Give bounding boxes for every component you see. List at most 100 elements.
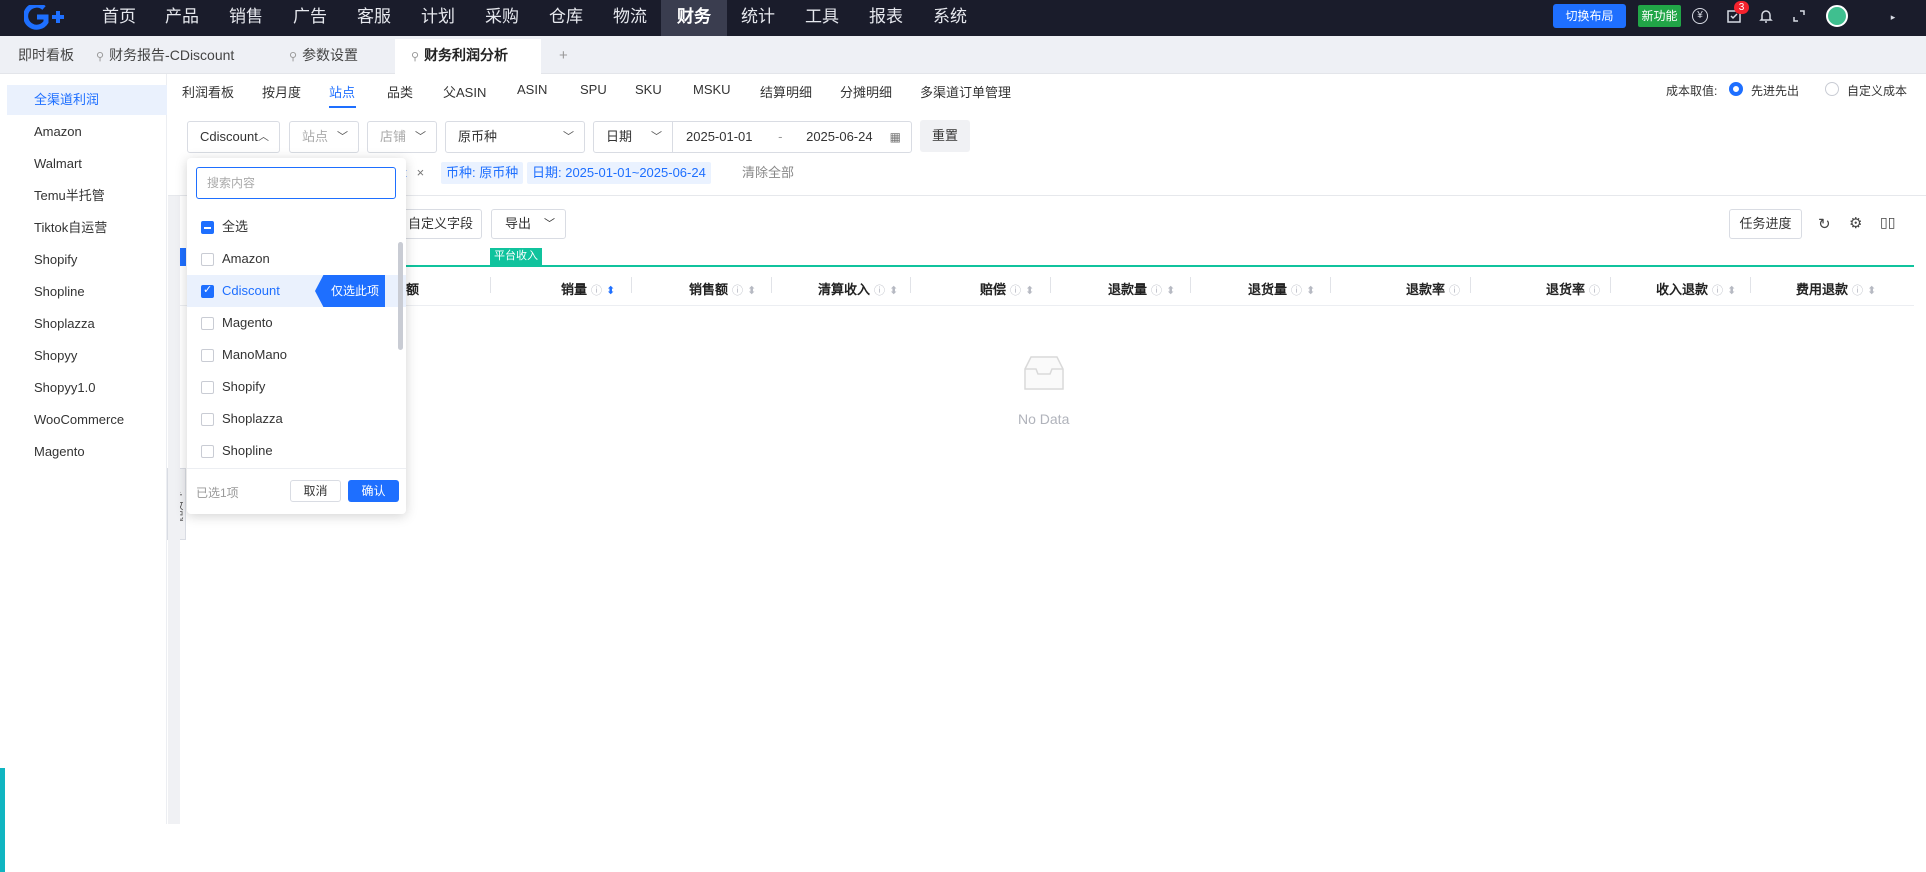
tab-finance-report[interactable]: ⚲ 财务报告-CDiscount [96,39,234,74]
sort-icon[interactable]: ⬍ [1867,285,1876,297]
option-shopline[interactable]: Shopline [187,435,406,467]
export-button[interactable]: 导出 ﹀ [491,209,566,239]
reset-button[interactable]: 重置 [920,120,970,152]
help-icon[interactable]: ⓘ [874,285,885,297]
cancel-button[interactable]: 取消 [290,480,341,502]
sidebar-item-magento[interactable]: Magento [7,437,167,467]
sidebar-item-shopyy10[interactable]: Shopyy1.0 [7,373,167,403]
subtab-profit-board[interactable]: 利润看板 [182,82,234,101]
select-all-checkbox[interactable] [201,221,214,234]
sort-icon[interactable]: ⬍ [1025,285,1034,297]
option-checkbox[interactable]: ✓ [201,284,214,298]
sidebar-item-shoplazza[interactable]: Shoplazza [7,309,167,339]
dropdown-search-input[interactable]: 搜索内容 [196,167,396,199]
option-checkbox[interactable] [201,445,214,458]
platform-select[interactable]: Cdiscount ︿ [187,121,280,153]
sidebar-item-shopyy[interactable]: Shopyy [7,341,167,371]
caret-icon[interactable]: ▸ [1884,8,1902,26]
option-shoplazza[interactable]: Shoplazza [187,403,406,435]
fifo-radio[interactable] [1729,82,1743,96]
pin-icon[interactable]: ⚲ [96,51,104,63]
option-magento[interactable]: Magento [187,307,406,339]
fullscreen-icon[interactable] [1790,8,1808,26]
option-checkbox[interactable] [201,317,214,330]
nav-item-system[interactable]: 系统 [917,0,983,36]
subtab-spu[interactable]: SPU [580,82,607,97]
nav-item-service[interactable]: 客服 [341,0,407,36]
subtab-msku[interactable]: MSKU [693,82,731,97]
sidebar-item-all-channel[interactable]: 全渠道利润 [7,85,167,115]
sidebar-item-shopify[interactable]: Shopify [7,245,167,275]
tab-profit-analysis[interactable]: ⚲ 财务利润分析 [395,39,541,74]
chip-date[interactable]: 日期: 2025-01-01~2025-06-24 [527,162,711,184]
pin-icon[interactable]: ⚲ [411,51,419,63]
th-fee-refund[interactable]: 费用退款 ⓘ ⬍ [1796,279,1876,298]
close-icon[interactable]: × [417,165,425,180]
task-progress-button[interactable]: 任务进度 [1729,209,1802,239]
sidebar-item-walmart[interactable]: Walmart [7,149,167,179]
tab-parameter-settings[interactable]: ⚲ 参数设置 [289,39,358,74]
nav-item-reports[interactable]: 报表 [853,0,919,36]
help-icon[interactable]: ⓘ [1449,285,1460,297]
help-icon[interactable]: ⓘ [1291,285,1302,297]
avatar[interactable] [1826,5,1848,27]
th-income-refund[interactable]: 收入退款 ⓘ ⬍ [1656,279,1736,298]
subtab-site[interactable]: 站点 [329,82,355,101]
currency-icon[interactable]: ¥ [1692,8,1708,24]
sort-icon[interactable]: ⬍ [747,285,756,297]
subtab-multichannel-orders[interactable]: 多渠道订单管理 [920,82,1011,101]
app-logo[interactable] [24,5,70,31]
th-return-rate[interactable]: 退货率 ⓘ [1546,279,1600,298]
clear-all-filters-link[interactable]: 清除全部 [737,162,799,184]
nav-item-warehouse[interactable]: 仓库 [533,0,599,36]
sort-icon[interactable]: ⬍ [606,285,615,297]
date-range-picker[interactable]: 2025-01-01 - 2025-06-24 ▦ [672,121,912,153]
th-refund-qty[interactable]: 退款量 ⓘ ⬍ [1108,279,1175,298]
switch-layout-button[interactable]: 切换布局 [1553,4,1626,28]
subtab-allocation[interactable]: 分摊明细 [840,82,892,101]
gear-icon[interactable]: ⚙ [1849,214,1862,232]
help-icon[interactable]: ⓘ [1589,285,1600,297]
date-end-input[interactable]: 2025-06-24 [806,129,873,144]
only-this-button[interactable]: 仅选此项 [315,275,385,307]
store-select[interactable]: 店铺 ﹀ [367,121,437,153]
book-icon[interactable]: ▯▯ [1880,214,1895,231]
option-checkbox[interactable] [201,253,214,266]
option-checkbox[interactable] [201,413,214,426]
nav-item-ads[interactable]: 广告 [277,0,343,36]
help-icon[interactable]: ⓘ [732,285,743,297]
option-amazon[interactable]: Amazon [187,243,406,275]
dropdown-scrollbar[interactable] [398,242,403,350]
th-quantity[interactable]: 销量 ⓘ ⬍ [561,279,615,298]
nav-item-tools[interactable]: 工具 [789,0,855,36]
pin-icon[interactable]: ⚲ [289,51,297,63]
bell-icon[interactable] [1757,8,1775,26]
sidebar-item-shopline[interactable]: Shopline [7,277,167,307]
help-icon[interactable]: ⓘ [1010,285,1021,297]
sort-icon[interactable]: ⬍ [1166,285,1175,297]
custom-cost-radio[interactable] [1825,82,1839,96]
nav-item-home[interactable]: 首页 [86,0,152,36]
confirm-button[interactable]: 确认 [348,480,399,502]
nav-item-purchase[interactable]: 采购 [469,0,535,36]
currency-select[interactable]: 原币种 ﹀ [445,121,585,153]
th-liquidation-income[interactable]: 清算收入 ⓘ ⬍ [818,279,898,298]
chip-currency[interactable]: 币种: 原币种 [441,162,524,184]
sort-icon[interactable]: ⬍ [889,285,898,297]
option-checkbox[interactable] [201,381,214,394]
option-checkbox[interactable] [201,349,214,362]
nav-item-finance[interactable]: 财务 [661,0,727,36]
subtab-settlement[interactable]: 结算明细 [760,82,812,101]
subtab-sku[interactable]: SKU [635,82,662,97]
sidebar-item-amazon[interactable]: Amazon [7,117,167,147]
th-compensation[interactable]: 赔偿 ⓘ ⬍ [980,279,1034,298]
th-sales-amount[interactable]: 销售额 ⓘ ⬍ [689,279,756,298]
add-tab-button[interactable]: + [559,39,568,74]
subtab-asin[interactable]: ASIN [517,82,547,97]
nav-item-product[interactable]: 产品 [149,0,215,36]
sidebar-item-temu[interactable]: Temu半托管 [7,181,167,211]
select-all-option[interactable]: 全选 [187,211,406,243]
help-icon[interactable]: ⓘ [591,285,602,297]
subtab-parent-asin[interactable]: 父ASIN [443,82,486,101]
nav-item-statistics[interactable]: 统计 [725,0,791,36]
